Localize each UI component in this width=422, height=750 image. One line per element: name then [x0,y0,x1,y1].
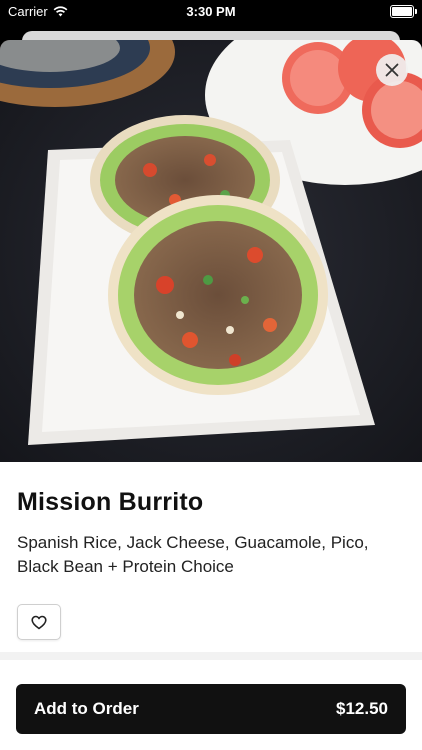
add-to-order-label: Add to Order [34,699,139,718]
close-button[interactable] [376,54,408,86]
add-to-order-button[interactable]: Add to Order $12.50 [16,684,406,734]
item-detail-sheet: Mission Burrito Spanish Rice, Jack Chees… [0,40,422,750]
item-description: Spanish Rice, Jack Cheese, Guacamole, Pi… [17,533,369,576]
battery-icon [390,5,417,18]
item-info: Mission Burrito Spanish Rice, Jack Chees… [0,462,422,640]
item-title: Mission Burrito [17,488,204,516]
section-divider [0,652,422,660]
close-icon [385,63,399,77]
heart-icon [31,615,47,629]
status-bar: Carrier 3:30 PM [0,0,422,22]
burrito-illustration [0,40,422,462]
battery-fill [392,7,412,16]
favorite-button[interactable] [17,604,61,640]
status-time: 3:30 PM [186,4,236,19]
order-price: $12.50 [336,699,388,718]
burrito-photo [0,40,422,462]
